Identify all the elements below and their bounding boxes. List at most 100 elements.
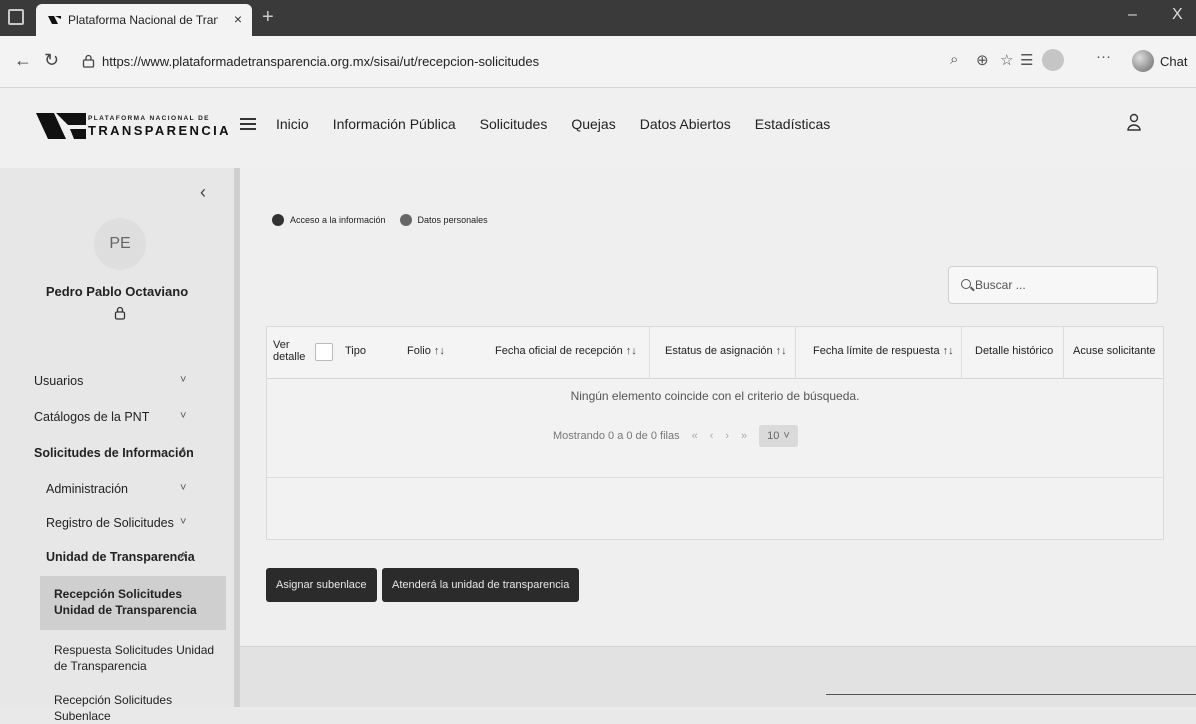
nav-datos-abiertos[interactable]: Datos Abiertos — [640, 116, 731, 132]
window-menu-icon[interactable] — [8, 9, 24, 25]
col-tipo: Tipo — [345, 345, 366, 357]
minimize-icon[interactable]: – — [1128, 6, 1137, 24]
copilot-chat-button[interactable]: Chat — [1132, 49, 1187, 73]
favorite-star-icon[interactable]: ☆ — [1000, 51, 1013, 69]
profile-avatar[interactable] — [1042, 49, 1064, 71]
col-fecha-recepcion-label: Fecha oficial de recepción — [495, 345, 623, 357]
main-content: Acceso a la información Datos personales… — [240, 168, 1196, 707]
col-fecha-limite-label: Fecha límite de respuesta — [813, 345, 940, 357]
lock-icon[interactable] — [114, 306, 126, 320]
pagination: Mostrando 0 a 0 de 0 filas « ‹ › » 10 ˅ — [553, 425, 798, 447]
acceso-informacion-icon — [272, 214, 284, 226]
search-box — [948, 266, 1158, 304]
browser-tab[interactable]: Plataforma Nacional de Transpar × — [36, 4, 252, 36]
col-estatus-label: Estatus de asignación — [665, 345, 773, 357]
chevron-down-icon: ˅ — [783, 430, 790, 442]
more-menu-icon[interactable]: ··· — [1096, 48, 1111, 65]
chevron-down-icon: ˅ — [180, 516, 187, 528]
sidebar-item-respuesta-ut[interactable]: Respuesta Solicitudes Unidad de Transpar… — [54, 642, 224, 674]
sidebar-item-recepcion-ut[interactable]: Recepción Solicitudes Unidad de Transpar… — [54, 586, 224, 618]
nav-informacion-publica[interactable]: Información Pública — [333, 116, 456, 132]
read-aloud-icon[interactable]: ⌕ — [950, 51, 958, 68]
logo-subtitle: PLATAFORMA NACIONAL DE — [88, 115, 210, 122]
page-size-select[interactable]: 10 ˅ — [759, 425, 798, 447]
column-separator — [795, 327, 796, 379]
logo-title: TRANSPARENCIA — [88, 123, 231, 138]
column-separator — [649, 327, 650, 379]
atendera-unidad-button[interactable]: Atenderá la unidad de transparencia — [382, 568, 580, 602]
lock-icon — [82, 54, 95, 68]
sort-icon: ↑↓ — [775, 345, 787, 357]
sort-icon: ↑↓ — [942, 345, 954, 357]
address-bar[interactable]: https://www.plataformadetransparencia.or… — [72, 47, 972, 77]
nav-solicitudes[interactable]: Solicitudes — [480, 116, 548, 132]
sidebar-item-label: Solicitudes de Información — [34, 446, 194, 460]
last-page-icon[interactable]: » — [741, 430, 747, 442]
col-folio[interactable]: Folio ↑↓ — [407, 345, 445, 357]
chevron-down-icon: ˅ — [180, 410, 187, 422]
asignar-subenlace-button[interactable]: Asignar subenlace — [266, 568, 377, 602]
chevron-down-icon: ˅ — [180, 482, 187, 494]
browser-toolbar: ← ↻ https://www.plataformadetransparenci… — [0, 36, 1196, 88]
column-separator — [1063, 327, 1064, 379]
table-header: Ver detalle Tipo Folio ↑↓ Fecha oficial d… — [267, 327, 1163, 379]
table-footer-line — [267, 477, 1163, 478]
prev-page-icon[interactable]: ‹ — [710, 430, 714, 442]
sidebar-item-recepcion-subenlace[interactable]: Recepción Solicitudes Subenlace — [54, 692, 224, 724]
column-separator — [961, 327, 962, 379]
col-historico: Detalle histórico — [975, 345, 1054, 357]
col-detalle-label: detalle — [273, 351, 306, 363]
next-page-icon[interactable]: › — [725, 430, 729, 442]
select-all-checkbox[interactable] — [315, 343, 333, 361]
hamburger-menu-icon[interactable] — [240, 118, 256, 130]
sidebar: ‹ PE Pedro Pablo Octaviano Usuarios ˅ Ca… — [0, 168, 234, 723]
site-favicon-icon — [48, 16, 61, 24]
col-fecha-recepcion[interactable]: Fecha oficial de recepción ↑↓ — [495, 345, 637, 357]
legend-acceso: Acceso a la información — [290, 215, 386, 225]
avatar-initials: PE — [109, 235, 131, 252]
main-nav: Inicio Información Pública Solicitudes Q… — [276, 116, 854, 132]
legend-datos: Datos personales — [417, 215, 488, 225]
sidebar-item-label: Catálogos de la PNT — [34, 410, 150, 424]
browser-tab-bar: Plataforma Nacional de Transpar × + – X — [0, 0, 1196, 36]
search-input[interactable] — [975, 275, 1145, 295]
tab-title: Plataforma Nacional de Transpar — [68, 13, 218, 27]
user-name: Pedro Pablo Octaviano — [45, 284, 189, 299]
chevron-up-icon: ˄ — [180, 550, 187, 562]
window-close-icon[interactable]: X — [1172, 6, 1183, 24]
site-header: PLATAFORMA NACIONAL DE TRANSPARENCIA Ini… — [0, 88, 1196, 168]
tab-close-icon[interactable]: × — [234, 11, 242, 27]
chat-label: Chat — [1160, 53, 1188, 69]
pnt-logo[interactable]: PLATAFORMA NACIONAL DE TRANSPARENCIA — [36, 107, 229, 147]
new-tab-icon[interactable]: + — [262, 6, 274, 29]
col-estatus[interactable]: Estatus de asignación ↑↓ — [665, 345, 787, 357]
nav-estadisticas[interactable]: Estadísticas — [755, 116, 830, 132]
col-folio-label: Folio — [407, 345, 431, 357]
logo-mark-icon — [36, 113, 86, 139]
col-ver-label: Ver — [273, 339, 290, 351]
zoom-icon[interactable]: ⊕ — [976, 51, 989, 69]
sidebar-item-label: Unidad de Transparencia — [46, 550, 195, 564]
first-page-icon[interactable]: « — [692, 430, 698, 442]
pagination-summary: Mostrando 0 a 0 de 0 filas — [553, 430, 680, 442]
collapse-sidebar-icon[interactable]: ‹ — [200, 182, 206, 203]
user-account-icon[interactable] — [1126, 112, 1142, 132]
page-size-value: 10 — [767, 430, 780, 442]
refresh-icon[interactable]: ↻ — [44, 50, 59, 71]
favorites-list-icon[interactable]: ☰ — [1020, 51, 1033, 69]
footer-band — [240, 646, 1196, 707]
footer-line — [826, 694, 1196, 695]
back-icon[interactable]: ← — [14, 50, 32, 71]
copilot-icon — [1132, 50, 1154, 72]
col-fecha-limite[interactable]: Fecha límite de respuesta ↑↓ — [813, 345, 954, 357]
sort-icon: ↑↓ — [625, 345, 637, 357]
nav-inicio[interactable]: Inicio — [276, 116, 309, 132]
url-text: https://www.plataformadetransparencia.or… — [102, 54, 540, 69]
requests-table: Ver detalle Tipo Folio ↑↓ Fecha oficial d… — [266, 326, 1164, 540]
request-type-legend: Acceso a la información Datos personales — [272, 214, 496, 226]
col-acuse: Acuse solicitante — [1073, 345, 1156, 357]
nav-quejas[interactable]: Quejas — [571, 116, 615, 132]
sidebar-item-label: Registro de Solicitudes — [46, 516, 174, 530]
avatar: PE — [94, 218, 146, 270]
chevron-up-icon: ˄ — [180, 446, 187, 458]
